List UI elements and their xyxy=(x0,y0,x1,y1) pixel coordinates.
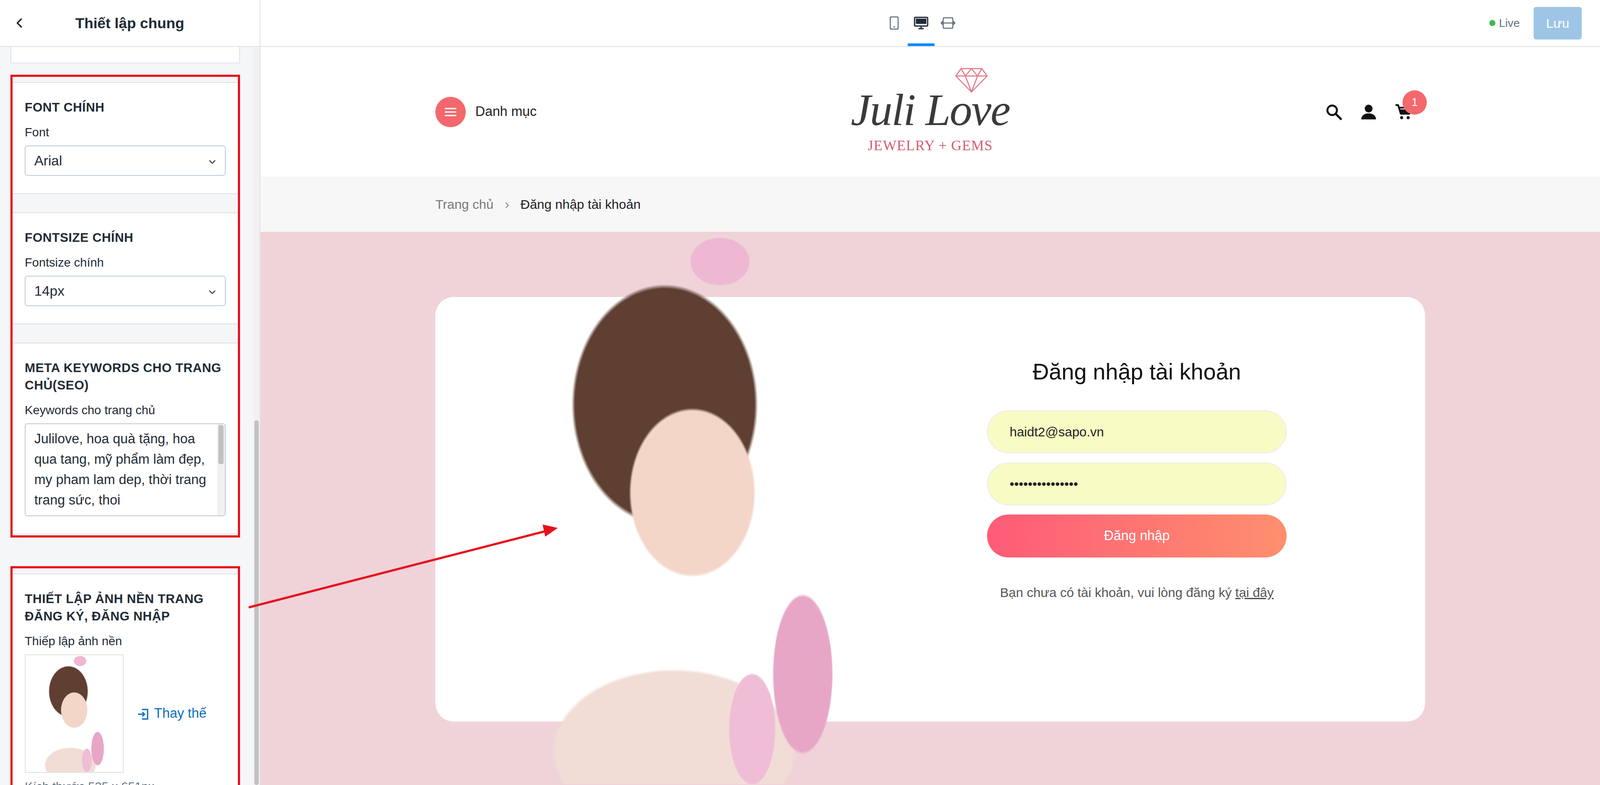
select-value[interactable]: Arial xyxy=(34,150,63,172)
sidebar-body: FONT CHÍNH Font Arial FONTSIZE CHÍNH Fontsiz… xyxy=(0,46,260,785)
menu-icon[interactable] xyxy=(435,96,466,128)
device-tab[interactable] xyxy=(880,0,908,47)
menu-label[interactable]: Danh mục xyxy=(475,101,537,122)
breadcrumb-item: Đăng nhập tài khoản xyxy=(520,194,641,214)
replace-icon[interactable] xyxy=(136,703,150,724)
field-label: Font xyxy=(24,124,226,141)
chevron-right-icon xyxy=(503,194,511,214)
chevron-down-icon[interactable] xyxy=(207,280,218,302)
settings-section: THIẾT LẬP ẢNH NỀN TRANG ĐĂNG KÝ, ĐĂNG NH… xyxy=(12,573,238,785)
editor-main: Live Lưu Danh mục Juli Love xyxy=(260,0,1600,785)
size-note: Kích thước 535 x 651px xyxy=(24,778,226,785)
highlight-box: FONT CHÍNH Font Arial FONTSIZE CHÍNH Fontsiz… xyxy=(10,74,241,538)
desktop-icon[interactable] xyxy=(913,16,929,30)
settings-section xyxy=(10,46,241,64)
sidebar-title: Thiết lập chung xyxy=(39,12,221,35)
background-photo xyxy=(462,233,923,784)
login-title: Đăng nhập tài khoản xyxy=(934,357,1339,386)
login-form: Đăng nhập tài khoản Đăng nhập Bạn chưa c… xyxy=(922,296,1426,722)
settings-section: FONT CHÍNH Font Arial xyxy=(12,82,238,195)
image-row: Thay thế xyxy=(24,654,226,773)
scrollbar[interactable] xyxy=(253,46,260,785)
store-preview: Danh mục Juli Love JEWELRY + GEMS 1 xyxy=(260,46,1600,785)
settings-sidebar: Thiết lập chung FONT CHÍNH Font Arial FONTS… xyxy=(0,0,261,785)
select-field[interactable]: 14px xyxy=(24,275,226,307)
login-button[interactable]: Đăng nhập xyxy=(987,514,1287,558)
breadcrumb: Trang chủ Đăng nhập tài khoản xyxy=(435,176,1426,232)
select-value[interactable]: 14px xyxy=(34,280,65,302)
replace-link[interactable]: Thay thế xyxy=(136,703,207,724)
status-dot xyxy=(1489,19,1496,27)
device-tab[interactable] xyxy=(907,0,935,47)
store-logo[interactable]: Juli Love JEWELRY + GEMS xyxy=(850,67,1010,157)
section-heading: META KEYWORDS CHO TRANG CHỦ(SEO) xyxy=(24,358,226,394)
back-button[interactable] xyxy=(0,16,40,30)
select-field[interactable]: Arial xyxy=(24,145,226,176)
login-section: Đăng nhập tài khoản Đăng nhập Bạn chưa c… xyxy=(260,231,1600,785)
scrollbar-thumb[interactable] xyxy=(218,424,224,465)
keywords-textarea[interactable]: Julilove, hoa quà tặng, hoa qua tang, mỹ… xyxy=(24,423,226,517)
field-label: Thiếp lập ảnh nền xyxy=(24,633,226,649)
scrollbar[interactable] xyxy=(217,424,225,516)
mobile-icon[interactable] xyxy=(888,16,900,30)
store-header: Danh mục Juli Love JEWELRY + GEMS 1 xyxy=(260,46,1600,177)
email-input[interactable] xyxy=(987,410,1287,454)
status-label: Live xyxy=(1498,14,1520,32)
textarea-value[interactable]: Julilove, hoa quà tặng, hoa qua tang, mỹ… xyxy=(25,424,218,516)
register-link[interactable]: tại đây xyxy=(1235,585,1274,600)
sidebar-header: Thiết lập chung xyxy=(0,0,260,47)
section-heading: THIẾT LẬP ẢNH NỀN TRANG ĐĂNG KÝ, ĐĂNG NH… xyxy=(24,589,226,625)
cart-count-badge: 1 xyxy=(1402,90,1427,115)
cart-icon[interactable]: 1 xyxy=(1394,103,1413,121)
settings-list: FONT CHÍNH Font Arial FONTSIZE CHÍNH Fontsiz… xyxy=(0,46,254,785)
header-actions: 1 xyxy=(1164,103,1426,121)
annotation-arrow-icon xyxy=(0,0,1600,785)
scrollbar-thumb[interactable] xyxy=(254,420,259,785)
settings-section: META KEYWORDS CHO TRANG CHỦ(SEO) Keywords… xyxy=(12,342,238,535)
register-prompt: Bạn chưa có tài khoản, vui lòng đăng ký … xyxy=(917,582,1357,603)
field-label: Fontsize chính xyxy=(24,254,226,271)
device-switcher xyxy=(880,0,962,47)
live-status: Live xyxy=(1489,14,1520,32)
theme-editor: Thiết lập chung FONT CHÍNH Font Arial FONTS… xyxy=(0,0,1600,785)
login-card: Đăng nhập tài khoản Đăng nhập Bạn chưa c… xyxy=(435,296,1426,722)
logo-name[interactable]: Juli Love xyxy=(850,87,1010,133)
category-menu[interactable]: Danh mục xyxy=(435,96,696,128)
field-label: Keywords cho trang chủ xyxy=(24,402,226,419)
chevron-left-icon[interactable] xyxy=(13,16,27,30)
top-toolbar: Live Lưu xyxy=(260,0,1600,47)
section-heading: FONT CHÍNH xyxy=(24,98,226,116)
password-input[interactable] xyxy=(987,462,1287,506)
user-icon[interactable] xyxy=(1359,103,1378,121)
settings-section: FONTSIZE CHÍNH Fontsize chính 14px xyxy=(12,212,238,325)
fullwidth-icon[interactable] xyxy=(940,16,956,30)
background-thumbnail[interactable] xyxy=(24,654,124,773)
breadcrumb-item[interactable]: Trang chủ xyxy=(435,194,494,214)
section-heading: FONTSIZE CHÍNH xyxy=(24,228,226,247)
chevron-down-icon[interactable] xyxy=(207,150,218,172)
replace-label[interactable]: Thay thế xyxy=(154,703,207,724)
device-tab[interactable] xyxy=(934,0,962,47)
highlight-box: THIẾT LẬP ẢNH NỀN TRANG ĐĂNG KÝ, ĐĂNG NH… xyxy=(10,566,241,785)
register-text: Bạn chưa có tài khoản, vui lòng đăng ký xyxy=(1000,585,1232,600)
logo-tagline[interactable]: JEWELRY + GEMS xyxy=(867,134,993,157)
breadcrumb-bar: Trang chủ Đăng nhập tài khoản xyxy=(260,176,1600,232)
save-button[interactable]: Lưu xyxy=(1533,6,1582,40)
search-icon[interactable] xyxy=(1325,103,1343,121)
